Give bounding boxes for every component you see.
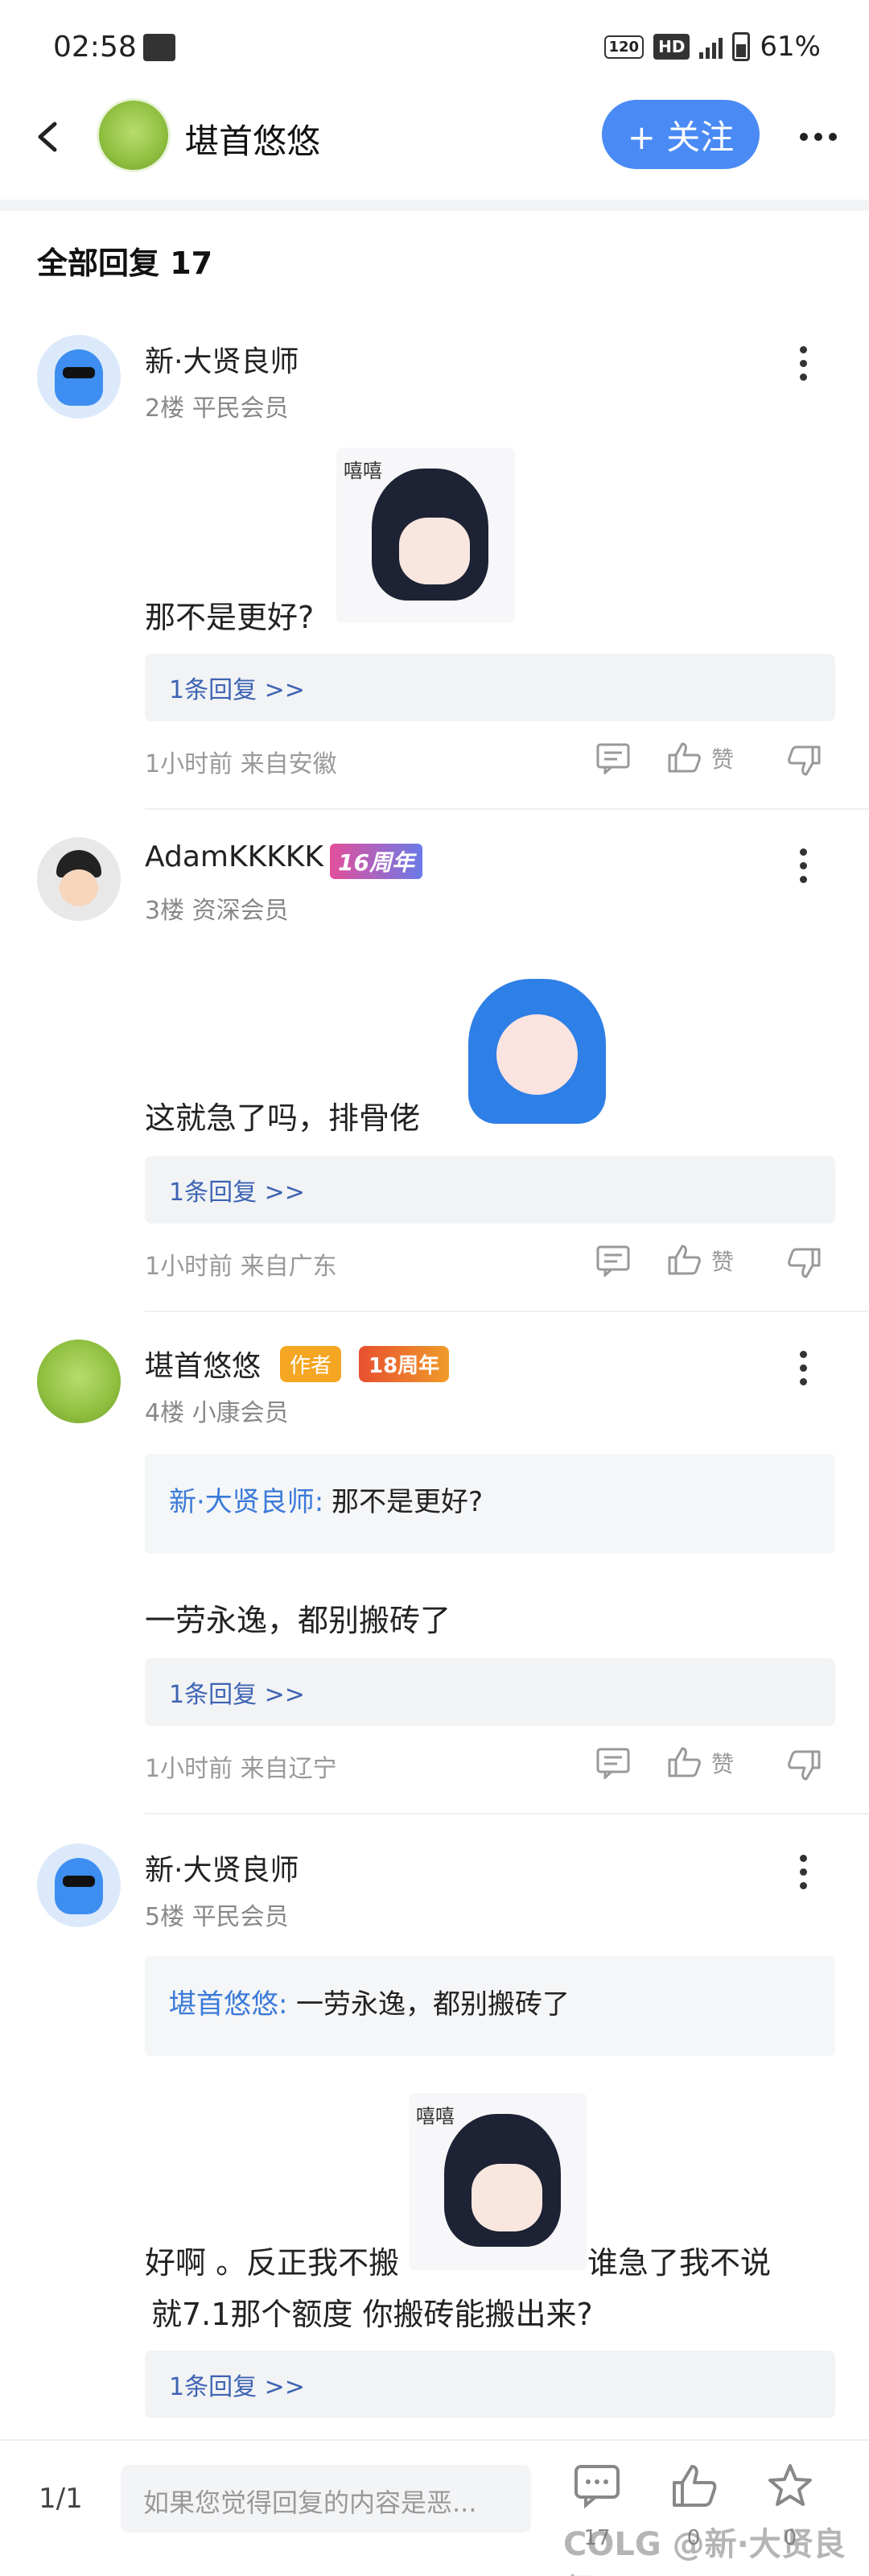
post-text-line2: 就7.1那个额度 你搬砖能搬出来?: [151, 2297, 593, 2332]
username[interactable]: 新·大贤良师: [145, 1847, 299, 1889]
username[interactable]: 新·大贤良师: [145, 338, 299, 380]
sticker-caption: 嘻嘻: [343, 459, 382, 482]
username[interactable]: 堪首悠悠: [145, 1343, 261, 1385]
divider: [0, 200, 869, 211]
post-text: 那不是更好?: [145, 600, 315, 635]
author-badge: 作者: [280, 1346, 342, 1382]
sub-reply-link[interactable]: 1条回复 >>: [145, 654, 835, 721]
follow-button[interactable]: + 关注: [602, 100, 760, 169]
floor-label: 4楼 小康会员: [145, 1399, 289, 1427]
like-label[interactable]: 赞: [711, 742, 734, 774]
network-speed-icon: 120: [603, 35, 645, 59]
battery-level: 61%: [760, 31, 821, 63]
sticker-caption: 嘻嘻: [415, 2104, 455, 2128]
post-meta: 1小时前 来自安徽: [145, 750, 337, 778]
post-text-line1b: 谁急了我不说: [587, 2245, 772, 2281]
signal-icon: [699, 35, 723, 59]
thumb-up-icon[interactable]: [666, 1243, 702, 1275]
post-meta: 1小时前 来自广东: [145, 1253, 337, 1281]
status-bar: 02:58 120 HD 61%: [0, 0, 869, 97]
avatar[interactable]: [37, 1843, 121, 1927]
comment-icon[interactable]: [595, 742, 631, 774]
sub-reply-label: 1条回复 >>: [169, 2373, 305, 2401]
sub-reply-label: 1条回复 >>: [169, 676, 305, 704]
like-label[interactable]: 赞: [711, 1245, 734, 1277]
sticker-image: 嘻嘻: [409, 2093, 587, 2270]
more-options-button[interactable]: [797, 346, 809, 381]
notification-icon: [143, 34, 175, 61]
more-options-button[interactable]: [800, 121, 848, 153]
sub-reply-link[interactable]: 1条回复 >>: [145, 2351, 835, 2418]
thumb-up-icon[interactable]: [666, 1745, 702, 1777]
username[interactable]: AdamKKKKK: [145, 840, 323, 873]
floor-label: 5楼 平民会员: [145, 1903, 289, 1931]
avatar[interactable]: [37, 1340, 121, 1423]
divider: [145, 1311, 869, 1312]
quote-text: 那不是更好?: [332, 1486, 484, 1518]
star-icon: [768, 2464, 812, 2506]
quote-user[interactable]: 新·大贤良师:: [169, 1480, 323, 1519]
sub-reply-label: 1条回复 >>: [169, 1179, 305, 1207]
post-meta: 1小时前 来自辽宁: [145, 1755, 337, 1783]
thumb-up-icon[interactable]: [666, 741, 702, 773]
back-button[interactable]: [24, 113, 72, 161]
quote-box: 堪首悠悠: 一劳永逸，都别搬砖了: [145, 1956, 835, 2056]
avatar[interactable]: [37, 335, 121, 419]
hd-icon: HD: [653, 34, 690, 60]
status-time: 02:58: [53, 31, 137, 64]
watermark: COLG @新·大贤良师: [563, 2526, 846, 2576]
quote-user[interactable]: 堪首悠悠:: [169, 1982, 287, 2021]
sub-reply-link[interactable]: 1条回复 >>: [145, 1658, 835, 1726]
quote-box: 新·大贤良师: 那不是更好?: [145, 1454, 835, 1554]
top-nav: 堪首悠悠 + 关注: [0, 89, 869, 197]
floor-label: 2楼 平民会员: [145, 394, 289, 423]
sticker-image: 嘻嘻: [336, 448, 515, 623]
page-title: 堪首悠悠: [185, 122, 321, 161]
post-text: 这就急了吗，排骨佬: [145, 1100, 421, 1136]
reply-input[interactable]: 如果您觉得回复的内容是恶...: [121, 2465, 531, 2533]
more-options-button[interactable]: [797, 1351, 809, 1385]
thumb-down-icon[interactable]: [787, 1248, 822, 1280]
post-text-line1a: 好啊 。反正我不搬: [145, 2245, 400, 2281]
status-right: 120 HD 61%: [603, 31, 821, 63]
like-label[interactable]: 赞: [711, 1747, 734, 1779]
anniversary-badge: 16周年: [330, 844, 422, 879]
divider: [145, 808, 869, 810]
divider: [145, 1813, 869, 1814]
battery-icon: [732, 32, 751, 61]
thumb-down-icon[interactable]: [787, 1750, 822, 1782]
sticker-image: [436, 966, 613, 1127]
sub-reply-link[interactable]: 1条回复 >>: [145, 1156, 835, 1224]
section-title: 全部回复 17: [37, 246, 213, 281]
more-options-button[interactable]: [797, 848, 809, 883]
thumb-up-icon: [673, 2465, 717, 2507]
floor-label: 3楼 资深会员: [145, 897, 289, 925]
more-options-button[interactable]: [797, 1855, 809, 1889]
post-text: 一劳永逸，都别搬砖了: [145, 1603, 451, 1638]
quote-text: 一劳永逸，都别搬砖了: [296, 1988, 570, 2021]
avatar[interactable]: [97, 98, 171, 172]
comment-icon: [575, 2465, 620, 2509]
comment-icon[interactable]: [595, 1747, 631, 1779]
sub-reply-label: 1条回复 >>: [169, 1681, 305, 1709]
avatar[interactable]: [37, 837, 121, 921]
chevron-left-icon: [38, 122, 57, 152]
thumb-down-icon[interactable]: [787, 745, 822, 778]
anniversary-badge: 18周年: [359, 1346, 450, 1382]
comment-icon[interactable]: [595, 1245, 631, 1277]
page-indicator[interactable]: 1/1: [39, 2483, 83, 2515]
